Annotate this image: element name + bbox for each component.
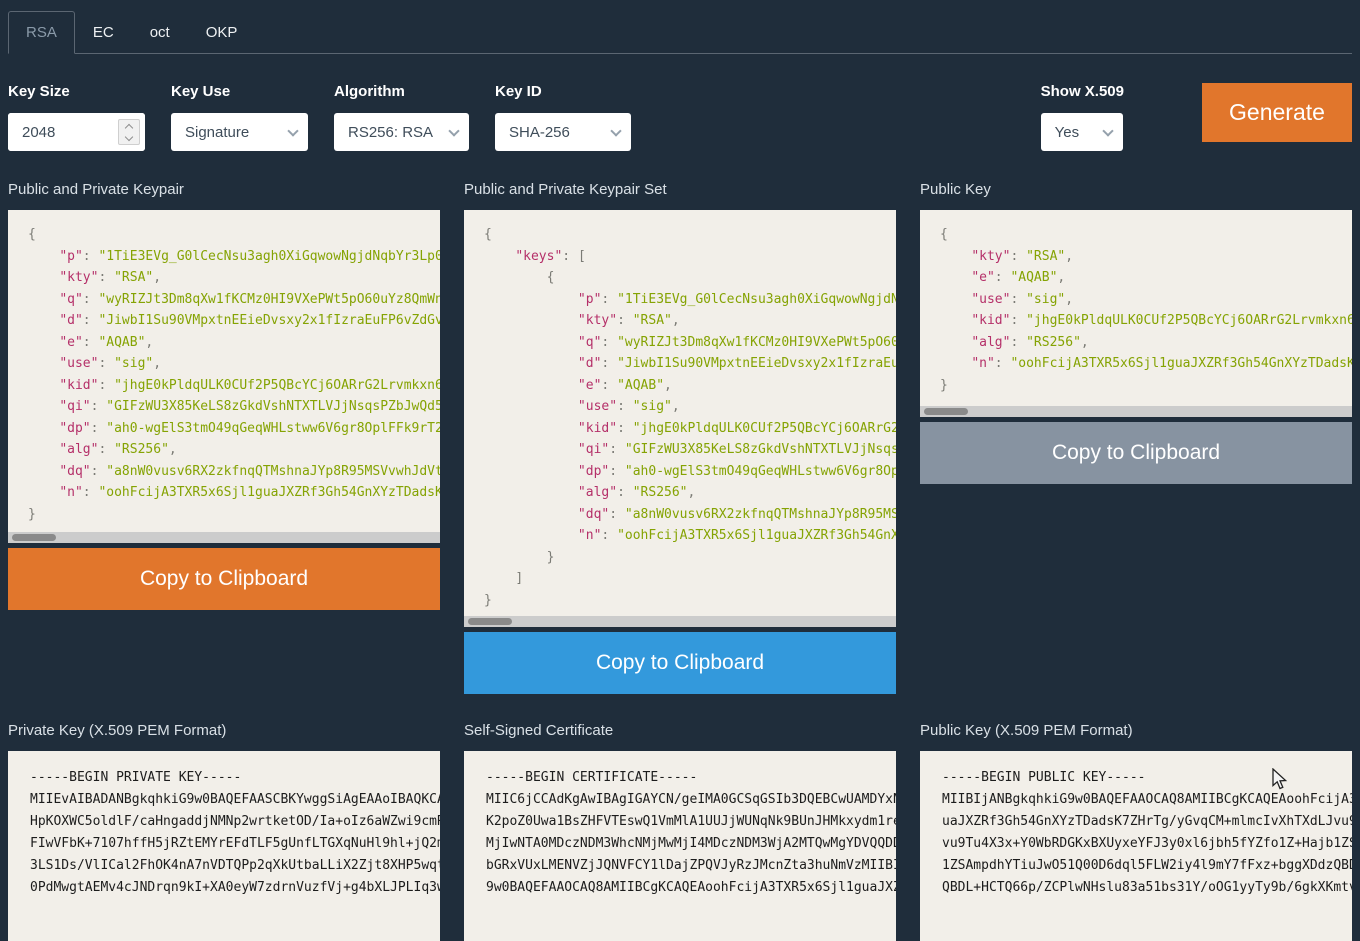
algorithm-select[interactable]: RS256: RSA [334,113,469,151]
private-key-pem-box: -----BEGIN PRIVATE KEY----- MIIEvAIBADAN… [8,751,440,941]
chevron-down-icon [448,125,459,136]
horizontal-scrollbar[interactable] [8,532,440,543]
spinner-up-icon[interactable] [125,123,133,131]
public-key-pem-box: -----BEGIN PUBLIC KEY----- MIIBIjANBgkqh… [920,751,1352,941]
keypair-section: Public and Private Keypair { "p": "1TiE3… [8,181,440,610]
key-size-label: Key Size [8,83,145,100]
keypair-codebox: { "p": "1TiE3EVg_G0lCecNsu3agh0XiGqwowNg… [8,210,440,543]
keypair-set-codebox: { "keys": [ { "p": "1TiE3EVg_G0lCecNsu3a… [464,210,896,627]
tab-okp[interactable]: OKP [188,11,256,54]
generate-button[interactable]: Generate [1202,83,1352,142]
public-key-pem-title: Public Key (X.509 PEM Format) [920,722,1352,739]
keypair-json: { "p": "1TiE3EVg_G0lCecNsu3agh0XiGqwowNg… [8,210,440,532]
show-x509-select[interactable]: Yes [1041,113,1123,151]
horizontal-scrollbar[interactable] [920,406,1352,417]
show-x509-field: Show X.509 Yes [1041,83,1124,151]
tab-oct[interactable]: oct [132,11,188,54]
public-key-section: Public Key { "kty": "RSA", "e": "AQAB", … [920,181,1352,484]
certificate-title: Self-Signed Certificate [464,722,896,739]
tab-rsa[interactable]: RSA [8,11,75,54]
chevron-down-icon [1102,125,1113,136]
key-id-field: Key ID SHA-256 [495,83,631,151]
jwk-generator-page: RSA EC oct OKP Key Size Key Use Signatur… [0,11,1360,941]
copy-keypair-button[interactable]: Copy to Clipboard [8,548,440,610]
certificate-section: Self-Signed Certificate -----BEGIN CERTI… [464,722,896,941]
public-key-pem-text: -----BEGIN PUBLIC KEY----- MIIBIjANBgkqh… [920,751,1352,915]
pem-output-grid: Private Key (X.509 PEM Format) -----BEGI… [8,722,1352,941]
key-use-label: Key Use [171,83,308,100]
certificate-text: -----BEGIN CERTIFICATE----- MIIC6jCCAdKg… [464,751,896,915]
chevron-down-icon [610,125,621,136]
keypair-set-json: { "keys": [ { "p": "1TiE3EVg_G0lCecNsu3a… [464,210,896,616]
algorithm-label: Algorithm [334,83,469,100]
public-key-title: Public Key [920,181,1352,198]
generator-form: Key Size Key Use Signature Algorithm RS2… [8,83,1352,151]
key-size-field: Key Size [8,83,145,151]
key-id-value: SHA-256 [509,124,570,141]
private-key-pem-section: Private Key (X.509 PEM Format) -----BEGI… [8,722,440,941]
copy-public-key-button[interactable]: Copy to Clipboard [920,422,1352,484]
algorithm-field: Algorithm RS256: RSA [334,83,469,151]
key-use-field: Key Use Signature [171,83,308,151]
spinner-down-icon[interactable] [125,132,133,140]
private-key-pem-title: Private Key (X.509 PEM Format) [8,722,440,739]
horizontal-scrollbar-thumb[interactable] [12,534,56,541]
horizontal-scrollbar[interactable] [464,616,896,627]
show-x509-value: Yes [1055,124,1079,141]
key-id-select[interactable]: SHA-256 [495,113,631,151]
algorithm-value: RS256: RSA [348,124,433,141]
horizontal-scrollbar-thumb[interactable] [924,408,968,415]
public-key-json: { "kty": "RSA", "e": "AQAB", "use": "sig… [920,210,1352,406]
keypair-set-section: Public and Private Keypair Set { "keys":… [464,181,896,694]
show-x509-label: Show X.509 [1041,83,1124,100]
public-key-pem-section: Public Key (X.509 PEM Format) -----BEGIN… [920,722,1352,941]
copy-keypair-set-button[interactable]: Copy to Clipboard [464,632,896,694]
public-key-codebox: { "kty": "RSA", "e": "AQAB", "use": "sig… [920,210,1352,417]
jwk-output-grid: Public and Private Keypair { "p": "1TiE3… [8,181,1352,694]
chevron-down-icon [287,125,298,136]
key-use-select[interactable]: Signature [171,113,308,151]
key-id-label: Key ID [495,83,631,100]
tab-ec[interactable]: EC [75,11,132,54]
horizontal-scrollbar-thumb[interactable] [468,618,512,625]
certificate-box: -----BEGIN CERTIFICATE----- MIIC6jCCAdKg… [464,751,896,941]
private-key-pem-text: -----BEGIN PRIVATE KEY----- MIIEvAIBADAN… [8,751,440,915]
keypair-title: Public and Private Keypair [8,181,440,198]
keypair-set-title: Public and Private Keypair Set [464,181,896,198]
key-type-tabs: RSA EC oct OKP [8,11,1352,54]
key-use-value: Signature [185,124,249,141]
number-spinner[interactable] [118,119,140,145]
